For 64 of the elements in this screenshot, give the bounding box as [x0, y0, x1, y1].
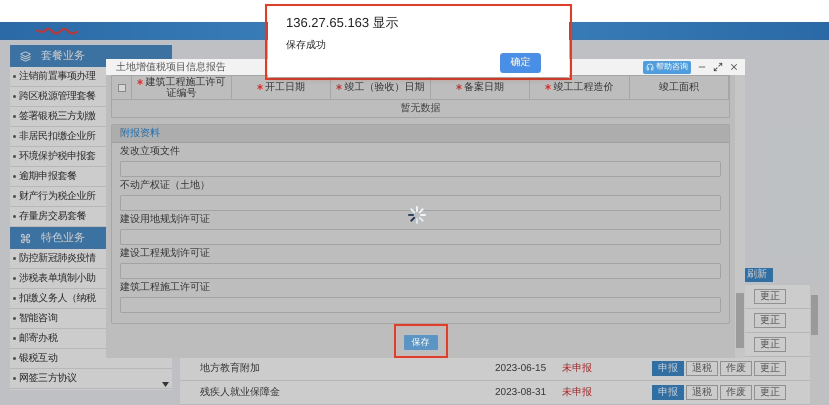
row-action-button[interactable]: 作废 — [720, 361, 752, 376]
row-action-button[interactable]: 退税 — [686, 361, 718, 376]
close-icon[interactable] — [729, 62, 739, 72]
input-field[interactable] — [120, 161, 721, 177]
group-title: 套餐业务 — [41, 48, 85, 64]
row-action-button[interactable]: 更正 — [754, 313, 786, 328]
bullet-icon — [13, 215, 16, 218]
alert-title: 136.27.65.163 显示 — [286, 14, 400, 32]
bullet-icon — [13, 175, 16, 178]
column-header: 竣工面积 — [630, 76, 729, 99]
tax-item-name: 地方教育附加 — [200, 363, 260, 374]
alert-message: 保存成功 — [286, 38, 327, 52]
deadline-date: 2023-06-15 — [495, 363, 546, 374]
required-icon — [545, 84, 552, 90]
bullet-icon — [13, 337, 16, 340]
maximize-icon[interactable] — [713, 62, 723, 72]
sidebar-item[interactable]: 网签三方协议 — [10, 369, 172, 389]
bullet-icon — [13, 95, 16, 98]
scroll-down-icon[interactable] — [162, 382, 169, 387]
row-action-button[interactable]: 更正 — [754, 385, 786, 400]
bullet-icon — [13, 257, 16, 260]
column-header: 建筑工程施工许可证编号 — [132, 76, 232, 99]
bullet-icon — [13, 135, 16, 138]
layers-icon — [20, 50, 31, 62]
command-icon — [20, 232, 31, 244]
filing-status: 未申报 — [562, 387, 592, 398]
required-icon — [336, 84, 342, 90]
input-field[interactable] — [120, 263, 721, 279]
help-button[interactable]: 帮助咨询 — [643, 60, 691, 74]
bullet-icon — [13, 155, 16, 158]
row-action-button[interactable]: 更正 — [754, 337, 786, 352]
bullet-icon — [13, 277, 16, 280]
filing-status: 未申报 — [562, 363, 592, 374]
row-action-button[interactable]: 退税 — [686, 385, 718, 400]
row-action-button[interactable]: 申报 — [652, 361, 684, 376]
bullet-icon — [13, 195, 16, 198]
deadline-date: 2023-08-31 — [495, 387, 546, 398]
bullet-icon — [13, 297, 16, 300]
bullet-icon — [13, 317, 16, 320]
row-action-button[interactable]: 更正 — [754, 289, 786, 304]
bullet-icon — [13, 377, 16, 380]
row-action-button[interactable]: 作废 — [720, 385, 752, 400]
empty-table-message: 暂无数据 — [400, 102, 440, 116]
input-field[interactable] — [120, 229, 721, 245]
loading-spinner-icon — [408, 206, 426, 224]
ok-button[interactable]: 确定 — [500, 52, 541, 72]
bullet-icon — [13, 75, 16, 78]
panel-title: 附报资料 — [120, 126, 160, 141]
required-icon — [137, 78, 144, 84]
tax-item-name: 残疾人就业保障金 — [200, 387, 280, 398]
select-all-checkbox[interactable] — [118, 84, 126, 92]
row-action-button[interactable]: 更正 — [754, 361, 786, 376]
save-button[interactable]: 保存 — [404, 335, 438, 350]
input-field[interactable] — [120, 195, 721, 211]
scrollbar[interactable] — [735, 75, 745, 358]
logo-icon — [35, 27, 79, 35]
headset-icon — [646, 63, 654, 71]
bullet-icon — [13, 115, 16, 118]
group-title: 特色业务 — [41, 230, 85, 246]
required-icon — [456, 84, 462, 90]
required-icon — [256, 84, 263, 90]
row-action-button[interactable]: 申报 — [652, 385, 684, 400]
bullet-icon — [13, 357, 16, 360]
input-field[interactable] — [120, 297, 721, 313]
